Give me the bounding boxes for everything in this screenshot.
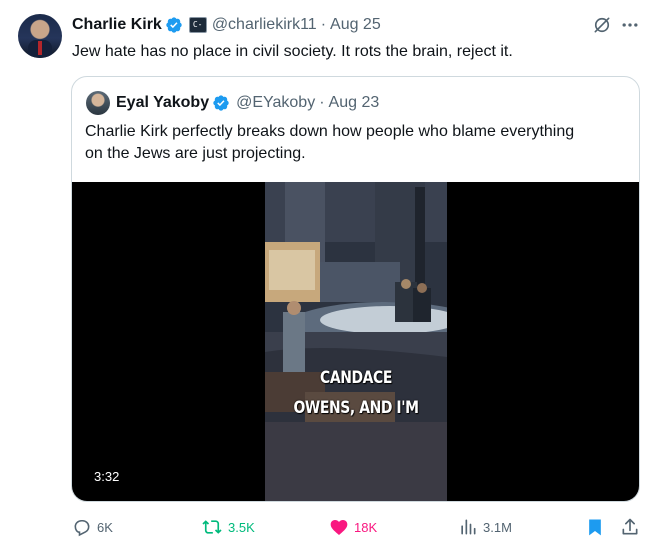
like-icon bbox=[330, 520, 348, 535]
quoted-author-avatar[interactable] bbox=[86, 91, 110, 115]
video-frame: CANDACE OWENS, AND I'M bbox=[265, 182, 447, 501]
quoted-header: Eyal Yakoby @EYakoby · Aug 23 bbox=[116, 91, 379, 115]
views-icon bbox=[461, 519, 476, 535]
quoted-author-handle[interactable]: @EYakoby bbox=[236, 94, 315, 112]
author-avatar[interactable] bbox=[18, 14, 62, 58]
avatar-tie bbox=[38, 41, 42, 55]
reply-count: 6K bbox=[97, 519, 113, 535]
like-button[interactable]: 18K bbox=[329, 514, 377, 540]
tweet-date[interactable]: Aug 25 bbox=[330, 16, 381, 34]
grok-button[interactable] bbox=[592, 14, 612, 36]
quoted-header-separator: · bbox=[319, 94, 325, 111]
quoted-tweet[interactable]: Eyal Yakoby @EYakoby · Aug 23 Charlie Ki… bbox=[71, 76, 640, 502]
more-icon bbox=[622, 23, 638, 27]
share-icon bbox=[622, 518, 638, 535]
reply-button[interactable]: 6K bbox=[72, 514, 113, 540]
header-separator: · bbox=[320, 16, 327, 33]
reply-icon bbox=[74, 519, 90, 537]
auditorium-scene bbox=[265, 182, 447, 501]
affiliate-badge-icon[interactable]: C- bbox=[188, 17, 207, 33]
repost-button[interactable]: 3.5K bbox=[201, 514, 255, 540]
repost-count: 3.5K bbox=[228, 519, 255, 535]
views-button[interactable]: 3.1M bbox=[458, 514, 512, 540]
like-count: 18K bbox=[354, 519, 378, 535]
bookmark-button[interactable] bbox=[585, 514, 610, 540]
video-caption-line: CANDACE bbox=[320, 368, 392, 388]
grok-icon bbox=[594, 17, 610, 33]
quoted-date[interactable]: Aug 23 bbox=[329, 94, 380, 112]
quoted-text-line: Charlie Kirk perfectly breaks down how p… bbox=[85, 123, 575, 140]
verified-badge-icon bbox=[166, 17, 182, 33]
bookmark-icon bbox=[589, 519, 601, 536]
quoted-text-line: on the Jews are just projecting. bbox=[85, 145, 306, 162]
video-duration: 3:32 bbox=[82, 465, 132, 489]
author-handle[interactable]: @charliekirk11 bbox=[212, 16, 317, 34]
tweet-text: Jew hate has no place in civil society. … bbox=[72, 43, 513, 60]
verified-badge-icon bbox=[213, 95, 229, 111]
repost-icon bbox=[202, 520, 222, 534]
video-caption-line: OWENS, AND I'M bbox=[293, 398, 419, 418]
share-button[interactable] bbox=[620, 514, 645, 540]
author-name[interactable]: Charlie Kirk bbox=[72, 16, 162, 34]
quoted-author-name[interactable]: Eyal Yakoby bbox=[116, 94, 209, 112]
quoted-text: Charlie Kirk perfectly breaks down how p… bbox=[85, 121, 625, 165]
views-count: 3.1M bbox=[483, 519, 512, 535]
more-button[interactable] bbox=[620, 14, 640, 36]
tweet-header: Charlie Kirk C- @charliekirk11 · Aug 25 bbox=[72, 14, 381, 36]
video-player[interactable]: CANDACE OWENS, AND I'M 3:32 bbox=[72, 182, 639, 501]
